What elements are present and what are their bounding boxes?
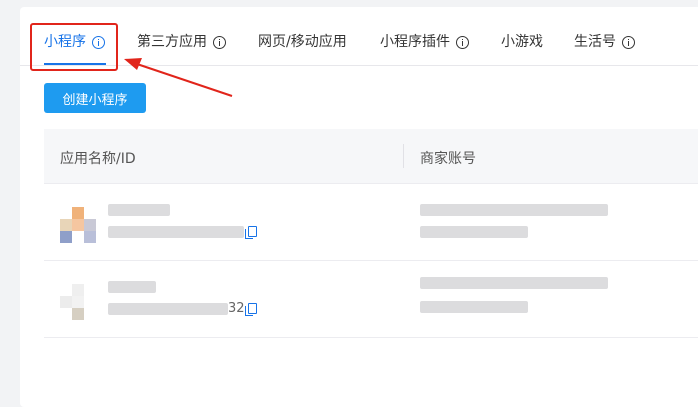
tab-life-account[interactable]: 生活号	[574, 34, 635, 50]
avatar-tile	[84, 284, 96, 296]
avatar-tile	[84, 308, 96, 320]
avatar-tile	[60, 296, 72, 308]
avatar-tile	[84, 231, 96, 243]
column-header-merchant-account: 商家账号	[420, 151, 476, 167]
avatar-tile	[72, 308, 84, 320]
blurred-app-name	[108, 204, 170, 216]
column-divider	[403, 144, 404, 168]
create-mini-program-button[interactable]: 创建小程序	[44, 83, 146, 113]
avatar-tile	[72, 231, 84, 243]
tab-bar: 小程序 第三方应用 网页/移动应用 小程序插件 小游戏 生活号	[20, 7, 698, 66]
avatar-tile	[84, 219, 96, 231]
tab-third-party-app[interactable]: 第三方应用	[137, 34, 226, 50]
avatar-tile	[60, 219, 72, 231]
tab-web-mobile-app-label: 网页/移动应用	[258, 34, 347, 50]
avatar-tile	[72, 219, 84, 231]
blurred-app-name	[108, 281, 156, 293]
app-avatar	[60, 284, 96, 320]
blurred-merchant-detail	[420, 226, 528, 238]
blurred-app-id	[108, 226, 244, 238]
avatar-tile	[72, 207, 84, 219]
info-icon[interactable]	[213, 35, 226, 49]
main-card: 小程序 第三方应用 网页/移动应用 小程序插件 小游戏 生活号 创建小程序 应用…	[20, 7, 698, 407]
avatar-tile	[84, 207, 96, 219]
avatar-tile	[72, 284, 84, 296]
info-icon[interactable]	[622, 35, 635, 49]
highlight-annotation-box	[30, 23, 118, 71]
blurred-app-id	[108, 303, 228, 315]
avatar-tile	[60, 308, 72, 320]
tab-mini-game[interactable]: 小游戏	[501, 34, 543, 50]
copy-icon[interactable]	[245, 226, 257, 239]
copy-icon[interactable]	[245, 303, 257, 316]
tab-life-account-label: 生活号	[574, 34, 616, 50]
info-icon[interactable]	[456, 35, 469, 49]
blurred-merchant-account	[420, 277, 608, 289]
app-avatar	[60, 207, 96, 243]
tab-mini-program-plugin[interactable]: 小程序插件	[380, 34, 469, 50]
avatar-tile	[60, 231, 72, 243]
blurred-merchant-detail	[420, 301, 528, 313]
table-header: 应用名称/ID 商家账号	[44, 129, 698, 184]
app-table: 应用名称/ID 商家账号 32	[44, 129, 698, 338]
table-row[interactable]: 32	[44, 261, 698, 338]
blurred-merchant-account	[420, 204, 608, 216]
tab-third-party-app-label: 第三方应用	[137, 34, 207, 50]
tab-web-mobile-app[interactable]: 网页/移动应用	[258, 34, 347, 50]
avatar-tile	[72, 296, 84, 308]
table-row[interactable]	[44, 184, 698, 261]
app-id-tail: 32	[228, 301, 245, 316]
column-header-app-name: 应用名称/ID	[60, 151, 136, 167]
avatar-tile	[84, 296, 96, 308]
avatar-tile	[60, 284, 72, 296]
avatar-tile	[60, 207, 72, 219]
tab-mini-game-label: 小游戏	[501, 34, 543, 50]
tab-mini-program-plugin-label: 小程序插件	[380, 34, 450, 50]
